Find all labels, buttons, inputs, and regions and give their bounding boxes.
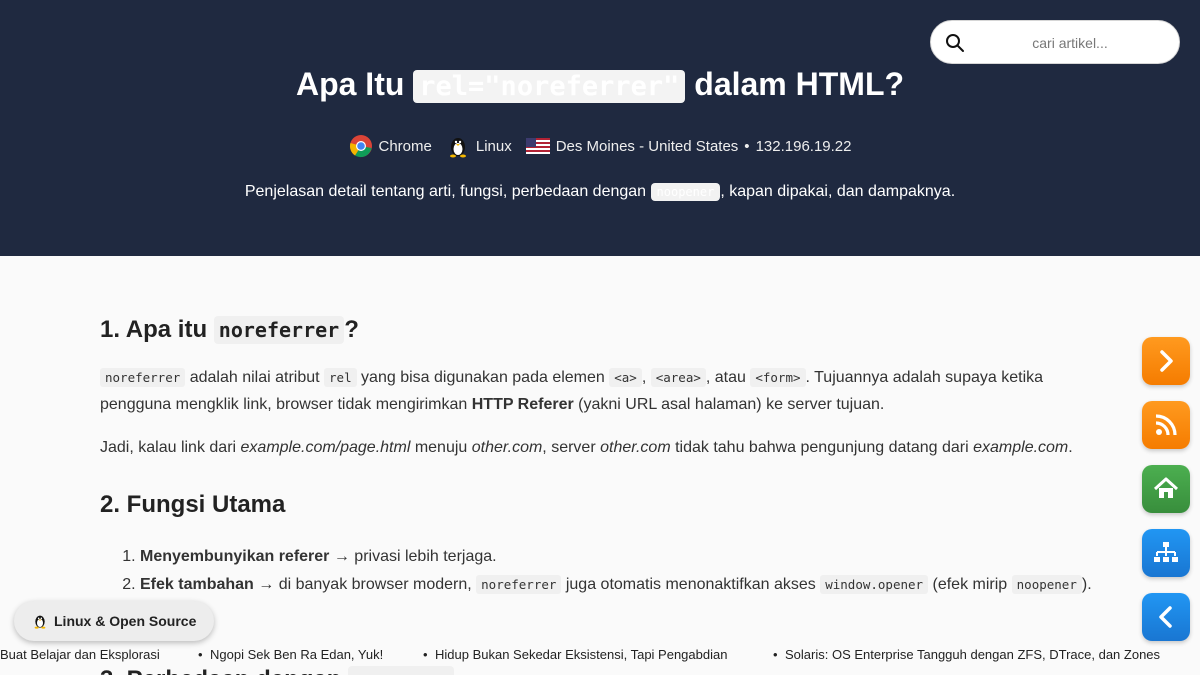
search-box[interactable] (930, 20, 1180, 64)
meta-os: Linux (475, 137, 512, 155)
inline-code: noopener (1011, 575, 1082, 594)
text: ). (1081, 576, 1092, 593)
inline-code: noreferrer (476, 575, 562, 594)
section1-heading-post: ? (344, 316, 359, 343)
us-flag-icon (525, 138, 550, 154)
text: . (1068, 439, 1073, 456)
section1-paragraph-1: noreferrer adalah nilai atribut rel yang… (100, 364, 1100, 418)
section1-heading-pre: 1. Apa itu (100, 316, 208, 343)
rss-icon (1155, 414, 1177, 436)
text: juga otomatis menonaktifkan akses (561, 576, 821, 593)
chevron-left-icon (1159, 606, 1172, 628)
ticker-bullet: • (773, 647, 778, 662)
bold-text: HTTP Referer (471, 396, 574, 413)
text: (yakni URL asal halaman) ke server tujua… (573, 396, 885, 413)
penguin-icon (34, 615, 46, 629)
subtitle-code: noopener (650, 183, 721, 201)
ticker-item[interactable]: Hidup Bukan Sekedar Eksistensi, Tapi Pen… (435, 647, 727, 662)
text: (efek mirip (928, 576, 1012, 593)
title-text-post: dalam HTML? (694, 66, 905, 102)
subtitle-text-post: , kapan dipakai, dan dampaknya. (720, 183, 956, 200)
italic-text: other.com (600, 439, 671, 456)
ticker-item[interactable]: Solaris: OS Enterprise Tangguh dengan ZF… (785, 647, 1160, 662)
meta-ip: 132.196.19.22 (755, 137, 852, 155)
subtitle-text-pre: Penjelasan detail tentang arti, fungsi, … (244, 183, 647, 200)
inline-code: <area> (650, 368, 706, 387)
section3-heading: 3. Perbedaan dengan noopener (100, 666, 455, 675)
category-badge-label: Linux & Open Source (54, 613, 197, 629)
page-header: Apa Itu rel="noreferrer" dalam HTML? Chr… (0, 0, 1200, 256)
text: → privasi lebih terjaga. (329, 548, 497, 565)
text: , server (542, 439, 601, 456)
title-code: rel="noreferrer" (413, 70, 686, 103)
chevron-right-icon (1160, 350, 1173, 372)
news-ticker: Buat Belajar dan Eksplorasi • Ngopi Sek … (0, 644, 1200, 666)
ticker-item[interactable]: Ngopi Sek Ben Ra Edan, Yuk! (210, 647, 383, 662)
category-badge[interactable]: Linux & Open Source (14, 601, 215, 641)
text: → di banyak browser modern, (253, 576, 477, 593)
visitor-meta: Chrome Linux Des Moines - United States … (0, 134, 1200, 158)
list-item: Menyembunyikan referer → privasi lebih t… (140, 543, 1100, 571)
text: Jadi, kalau link dari (100, 439, 241, 456)
section1-heading-code: noreferrer (213, 316, 345, 344)
meta-separator: • (744, 137, 750, 155)
page-subtitle: Penjelasan detail tentang arti, fungsi, … (0, 183, 1200, 201)
text: , atau (705, 369, 751, 386)
text: yang bisa digunakan pada elemen (356, 369, 610, 386)
section1-heading: 1. Apa itu noreferrer? (100, 316, 1100, 344)
inline-code: noreferrer (100, 368, 186, 387)
tux-icon (449, 138, 466, 158)
title-text-pre: Apa Itu (295, 66, 405, 102)
sitemap-icon (1154, 542, 1178, 562)
bold-text: Efek tambahan (140, 576, 254, 593)
text: , (641, 369, 651, 386)
section3-heading-text: 3. Perbedaan dengan (100, 666, 341, 675)
italic-text: other.com (471, 439, 543, 456)
italic-text: example.com/page.html (240, 439, 411, 456)
inline-code: <a> (609, 368, 642, 387)
ticker-bullet: • (198, 647, 203, 662)
inline-code: window.opener (820, 575, 929, 594)
section3-heading-code: noopener (348, 666, 455, 675)
meta-location: Des Moines - United States (555, 137, 739, 155)
home-icon (1153, 477, 1179, 498)
rss-button[interactable] (1142, 401, 1190, 449)
section2-list: Menyembunyikan referer → privasi lebih t… (100, 543, 1100, 599)
text: adalah nilai atribut (185, 369, 325, 386)
meta-browser: Chrome (378, 137, 432, 155)
section2-heading: 2. Fungsi Utama (100, 491, 286, 518)
inline-code: <form> (750, 368, 806, 387)
bold-text: Menyembunyikan referer (140, 548, 330, 565)
chrome-icon (349, 135, 372, 158)
article-content: 1. Apa itu noreferrer? noreferrer adalah… (100, 300, 1100, 599)
home-button[interactable] (1142, 465, 1190, 513)
next-button[interactable] (1142, 337, 1190, 385)
section1-paragraph-2: Jadi, kalau link dari example.com/page.h… (100, 434, 1100, 461)
ticker-bullet: • (423, 647, 428, 662)
sitemap-button[interactable] (1142, 529, 1190, 577)
inline-code: rel (324, 368, 357, 387)
search-icon[interactable] (945, 33, 965, 53)
italic-text: example.com (973, 439, 1069, 456)
page-title: Apa Itu rel="noreferrer" dalam HTML? (0, 62, 1200, 109)
text: tidak tahu bahwa pengunjung datang dari (670, 439, 974, 456)
text: menuju (410, 439, 472, 456)
search-input[interactable] (975, 29, 1165, 57)
ticker-item[interactable]: Buat Belajar dan Eksplorasi (0, 647, 160, 662)
back-button[interactable] (1142, 593, 1190, 641)
list-item: Efek tambahan → di banyak browser modern… (140, 571, 1100, 599)
